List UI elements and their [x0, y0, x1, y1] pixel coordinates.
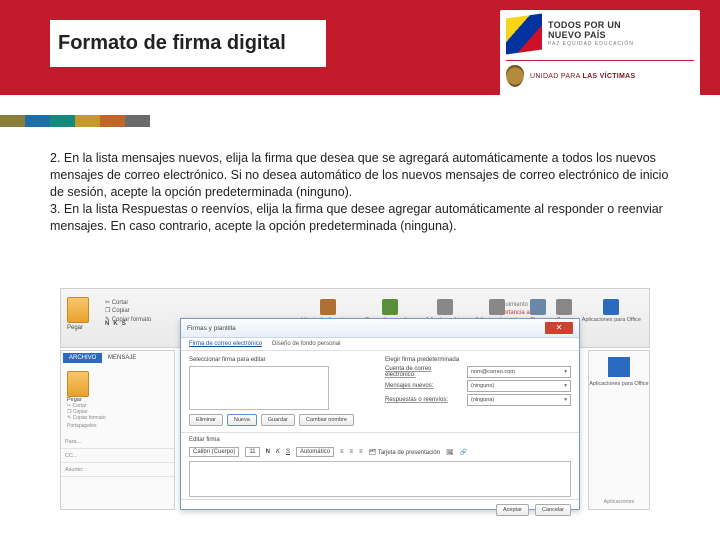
logo-bottom-bold: LAS VÍCTIMAS	[583, 73, 636, 80]
paragraph-2: 2. En la lista mensajes nuevos, elija la…	[50, 150, 670, 201]
signature-icon[interactable]	[530, 299, 546, 315]
tab-email-signature[interactable]: Firma de correo electrónico	[189, 341, 262, 347]
account-label: Cuenta de correo electrónico:	[385, 366, 463, 378]
select-signature-label: Seleccionar firma para editar	[189, 357, 375, 363]
edit-toolbar: Calibri (Cuerpo) 11 N K S Automático ≡≡≡…	[181, 445, 579, 459]
logo-bottom-prefix: UNIDAD PARA	[530, 73, 580, 80]
account-combo[interactable]: nom@correo.com	[467, 366, 571, 378]
signature-listbox[interactable]	[189, 366, 329, 410]
link-icon[interactable]: 🔗	[460, 449, 467, 456]
rename-button[interactable]: Cambiar nombre	[299, 414, 354, 426]
bold-button[interactable]: N	[105, 321, 109, 327]
page-title: Formato de firma digital	[50, 20, 326, 67]
replies-label: Respuestas o reenvíos:	[385, 397, 463, 403]
ribbon-cut[interactable]: Cortar	[112, 300, 129, 306]
signature-edit-area[interactable]	[189, 461, 571, 497]
cc-field[interactable]: CC...	[61, 449, 174, 463]
color-strip	[0, 115, 150, 127]
paragraph-3: 3. En la lista Respuestas o reenvíos, el…	[50, 201, 670, 235]
apps-group-label: Aplicaciones	[604, 499, 635, 509]
edit-signature-label: Editar firma	[181, 432, 579, 445]
tab-stationery[interactable]: Diseño de fondo personal	[272, 341, 340, 347]
office-apps-label: Aplicaciones para Office	[582, 317, 641, 323]
shield-icon	[506, 65, 524, 87]
paste-icon[interactable]	[67, 297, 89, 323]
bold-button-2[interactable]: N	[266, 449, 270, 455]
default-signature-label: Elegir firma predeterminada	[385, 357, 571, 363]
colombia-flag-icon	[506, 13, 542, 54]
clipboard-group: Portapapeles	[67, 423, 168, 429]
italic-button[interactable]: K	[113, 321, 117, 327]
signatures-dialog: Firmas y plantilla ✕ Firma de correo ele…	[180, 318, 580, 510]
to-field[interactable]: Para...	[61, 435, 174, 449]
new-messages-combo[interactable]: (ninguno)	[467, 380, 571, 392]
attach-file-icon[interactable]	[437, 299, 453, 315]
apps-label: Aplicaciones para Office	[589, 381, 648, 387]
subject-field[interactable]: Asunto:	[61, 463, 174, 477]
new-button[interactable]: Nueva	[227, 414, 257, 426]
attach-item-icon[interactable]	[489, 299, 505, 315]
address-book-icon[interactable]	[320, 299, 336, 315]
body-text: 2. En la lista mensajes nuevos, elija la…	[50, 150, 670, 234]
business-card-button[interactable]: Tarjeta de presentación	[378, 450, 440, 456]
italic-button-2[interactable]: K	[276, 449, 280, 455]
compose-pane: ARCHIVO MENSAJE Pegar ✂ Cortar ❐ Copiar …	[60, 350, 175, 510]
compose-copyfmt[interactable]: Copiar formato	[73, 415, 106, 421]
right-pane: Aplicaciones para Office Aplicaciones	[588, 350, 650, 510]
zoom-icon[interactable]	[556, 299, 572, 315]
font-combo[interactable]: Calibri (Cuerpo)	[189, 447, 239, 457]
logo-sub: PAZ EQUIDAD EDUCACIÓN	[548, 41, 634, 47]
logo-line2: NUEVO PAÍS	[548, 31, 634, 41]
new-messages-label: Mensajes nuevos:	[385, 383, 463, 389]
check-names-icon[interactable]	[382, 299, 398, 315]
close-button[interactable]: ✕	[545, 322, 573, 334]
paste-icon-2[interactable]	[67, 371, 89, 397]
ok-button[interactable]: Aceptar	[496, 504, 529, 516]
outlook-screenshot: Pegar ✂ Cortar ❐ Copiar ✎ Copiar formato…	[60, 288, 650, 518]
paste-label: Pegar	[67, 325, 89, 331]
apps-icon[interactable]	[608, 357, 630, 377]
size-combo[interactable]: 11	[245, 447, 259, 457]
replies-combo[interactable]: (ninguna)	[467, 394, 571, 406]
save-button[interactable]: Guardar	[261, 414, 295, 426]
file-tab[interactable]: ARCHIVO	[63, 353, 102, 363]
cancel-button[interactable]: Cancelar	[535, 504, 571, 516]
dialog-title: Firmas y plantilla	[187, 325, 236, 332]
underline-button-2[interactable]: S	[286, 449, 290, 455]
logo-area: TODOS POR UN NUEVO PAÍS PAZ EQUIDAD EDUC…	[500, 10, 700, 120]
delete-button[interactable]: Eliminar	[189, 414, 223, 426]
ribbon-copy[interactable]: Copiar	[112, 308, 130, 314]
office-apps-icon[interactable]	[603, 299, 619, 315]
message-tab[interactable]: MENSAJE	[108, 355, 136, 361]
image-icon[interactable]: 🖼	[446, 449, 454, 456]
underline-button[interactable]: S	[122, 321, 126, 327]
color-combo[interactable]: Automático	[296, 447, 334, 457]
